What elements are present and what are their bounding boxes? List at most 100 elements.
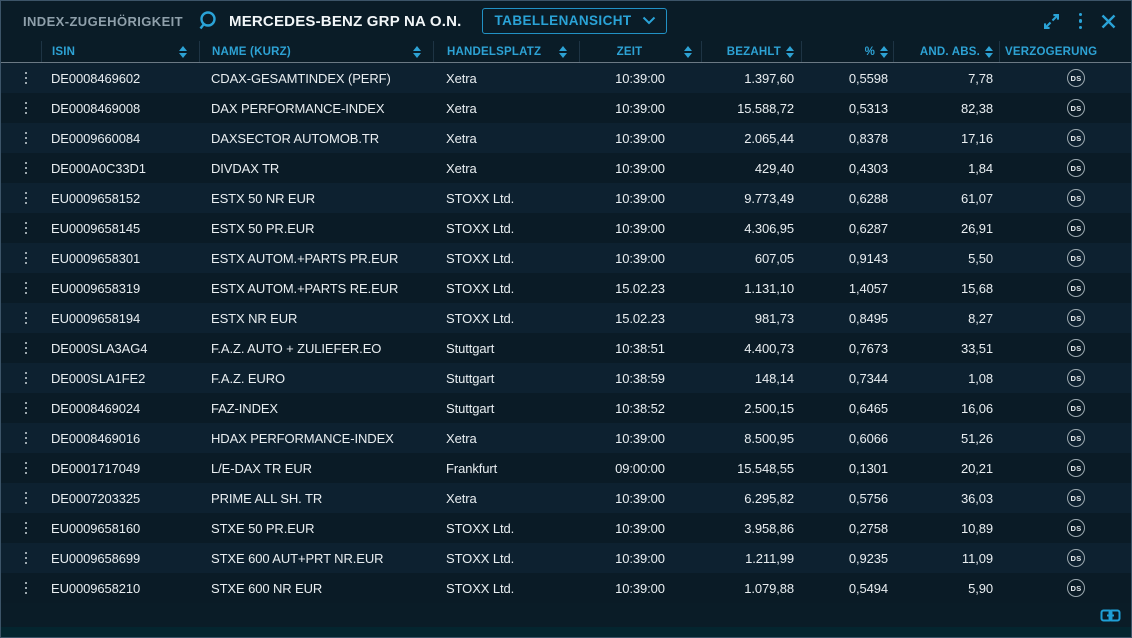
cell-percent: 0,1301	[801, 453, 893, 483]
row-menu-icon[interactable]	[20, 308, 33, 329]
cell-name: DAXSECTOR AUTOMOB.TR	[199, 123, 433, 153]
close-icon[interactable]	[1100, 13, 1117, 30]
cell-bezahlt: 607,05	[701, 243, 801, 273]
column-label: ÄND. ABS.	[920, 46, 980, 58]
table-row[interactable]: DE0007203325PRIME ALL SH. TRXetra10:39:0…	[1, 483, 1131, 513]
cell-name: STXE 50 PR.EUR	[199, 513, 433, 543]
row-menu-icon[interactable]	[20, 218, 33, 239]
cell-isin: DE0007203325	[41, 483, 199, 513]
row-menu-icon[interactable]	[20, 68, 33, 89]
cell-percent: 0,7344	[801, 363, 893, 393]
cell-isin: EU0009658145	[41, 213, 199, 243]
row-menu-icon[interactable]	[20, 248, 33, 269]
table-row[interactable]: EU0009658210STXE 600 NR EURSTOXX Ltd.10:…	[1, 573, 1131, 603]
row-menu-icon[interactable]	[20, 338, 33, 359]
cell-percent: 0,5756	[801, 483, 893, 513]
cell-handelsplatz: STOXX Ltd.	[433, 273, 579, 303]
row-menu-icon[interactable]	[20, 548, 33, 569]
column-header-bezahlt[interactable]: BEZAHLT	[701, 41, 801, 62]
row-menu-icon[interactable]	[20, 518, 33, 539]
row-menu-icon[interactable]	[20, 128, 33, 149]
table-row[interactable]: EU0009658301ESTX AUTOM.+PARTS PR.EURSTOX…	[1, 243, 1131, 273]
cell-isin: DE000SLA1FE2	[41, 363, 199, 393]
cell-abs-change: 16,06	[893, 393, 999, 423]
cell-bezahlt: 6.295,82	[701, 483, 801, 513]
row-menu-icon[interactable]	[20, 278, 33, 299]
table-row[interactable]: DE0008469008DAX PERFORMANCE-INDEXXetra10…	[1, 93, 1131, 123]
table-row[interactable]: DE000SLA1FE2F.A.Z. EUROStuttgart10:38:59…	[1, 363, 1131, 393]
table-row[interactable]: DE000A0C33D1DIVDAX TRXetra10:39:00429,40…	[1, 153, 1131, 183]
instrument-name: MERCEDES-BENZ GRP NA O.N.	[229, 13, 462, 30]
cell-name: STXE 600 NR EUR	[199, 573, 433, 603]
table-row[interactable]: DE0009660084DAXSECTOR AUTOMOB.TRXetra10:…	[1, 123, 1131, 153]
cell-percent: 0,7673	[801, 333, 893, 363]
sort-arrows-icon[interactable]	[559, 46, 567, 58]
column-header-handelsplatz[interactable]: HANDELSPLATZ	[433, 41, 579, 62]
kebab-menu-icon[interactable]	[1076, 13, 1086, 30]
cell-zeit: 10:38:51	[579, 333, 701, 363]
cell-abs-change: 5,90	[893, 573, 999, 603]
column-header-abs-change[interactable]: ÄND. ABS.	[893, 41, 999, 62]
delay-badge: DS	[1067, 249, 1085, 267]
sort-arrows-icon[interactable]	[179, 46, 187, 58]
cell-abs-change: 15,68	[893, 273, 999, 303]
cell-handelsplatz: Stuttgart	[433, 363, 579, 393]
search-icon[interactable]	[197, 9, 221, 33]
cell-isin: DE0008469016	[41, 423, 199, 453]
row-menu-icon[interactable]	[20, 578, 33, 599]
row-menu-icon[interactable]	[20, 428, 33, 449]
cell-bezahlt: 1.079,88	[701, 573, 801, 603]
row-menu-icon[interactable]	[20, 98, 33, 119]
sort-arrows-icon[interactable]	[684, 46, 692, 58]
cell-isin: DE0008469602	[41, 63, 199, 93]
delay-badge: DS	[1067, 489, 1085, 507]
column-header-zeit[interactable]: ZEIT	[579, 41, 701, 62]
cell-abs-change: 1,84	[893, 153, 999, 183]
cell-isin: EU0009658160	[41, 513, 199, 543]
table-row[interactable]: EU0009658319ESTX AUTOM.+PARTS RE.EURSTOX…	[1, 273, 1131, 303]
row-menu-icon[interactable]	[20, 368, 33, 389]
table-row[interactable]: DE0008469602CDAX-GESAMTINDEX (PERF)Xetra…	[1, 63, 1131, 93]
footer	[1, 603, 1131, 627]
cell-zeit: 10:39:00	[579, 573, 701, 603]
link-icon[interactable]	[1100, 609, 1121, 622]
cell-zeit: 10:39:00	[579, 183, 701, 213]
table-view-select[interactable]: TABELLENANSICHT	[482, 8, 667, 34]
table-row[interactable]: EU0009658699STXE 600 AUT+PRT NR.EURSTOXX…	[1, 543, 1131, 573]
column-header-percent[interactable]: %	[801, 41, 893, 62]
row-menu-icon[interactable]	[20, 458, 33, 479]
cell-name: F.A.Z. EURO	[199, 363, 433, 393]
row-menu-icon[interactable]	[20, 188, 33, 209]
sort-arrows-icon[interactable]	[786, 46, 794, 58]
cell-handelsplatz: Stuttgart	[433, 393, 579, 423]
cell-percent: 0,5494	[801, 573, 893, 603]
cell-bezahlt: 2.065,44	[701, 123, 801, 153]
row-menu-icon[interactable]	[20, 398, 33, 419]
row-menu-icon[interactable]	[20, 158, 33, 179]
table-row[interactable]: DE000SLA3AG4F.A.Z. AUTO + ZULIEFER.EOStu…	[1, 333, 1131, 363]
sort-arrows-icon[interactable]	[413, 46, 421, 58]
cell-bezahlt: 148,14	[701, 363, 801, 393]
cell-handelsplatz: Stuttgart	[433, 333, 579, 363]
expand-icon[interactable]	[1042, 12, 1061, 31]
cell-name: L/E-DAX TR EUR	[199, 453, 433, 483]
sort-arrows-icon[interactable]	[880, 46, 888, 58]
column-label: VERZÖGERUNG	[1005, 46, 1097, 58]
table-row[interactable]: EU0009658160STXE 50 PR.EURSTOXX Ltd.10:3…	[1, 513, 1131, 543]
cell-isin: DE0001717049	[41, 453, 199, 483]
sort-arrows-icon[interactable]	[985, 46, 993, 58]
table-row[interactable]: DE0001717049L/E-DAX TR EURFrankfurt09:00…	[1, 453, 1131, 483]
cell-abs-change: 7,78	[893, 63, 999, 93]
table-row[interactable]: DE0008469016HDAX PERFORMANCE-INDEXXetra1…	[1, 423, 1131, 453]
row-menu-icon[interactable]	[20, 488, 33, 509]
column-header-isin[interactable]: ISIN	[41, 41, 199, 62]
cell-zeit: 09:00:00	[579, 453, 701, 483]
cell-percent: 0,8495	[801, 303, 893, 333]
column-header-name[interactable]: NAME (KURZ)	[199, 41, 433, 62]
table-row[interactable]: EU0009658194ESTX NR EURSTOXX Ltd.15.02.2…	[1, 303, 1131, 333]
cell-percent: 0,2758	[801, 513, 893, 543]
cell-zeit: 10:38:59	[579, 363, 701, 393]
table-row[interactable]: DE0008469024FAZ-INDEXStuttgart10:38:522.…	[1, 393, 1131, 423]
table-row[interactable]: EU0009658152ESTX 50 NR EURSTOXX Ltd.10:3…	[1, 183, 1131, 213]
table-row[interactable]: EU0009658145ESTX 50 PR.EURSTOXX Ltd.10:3…	[1, 213, 1131, 243]
